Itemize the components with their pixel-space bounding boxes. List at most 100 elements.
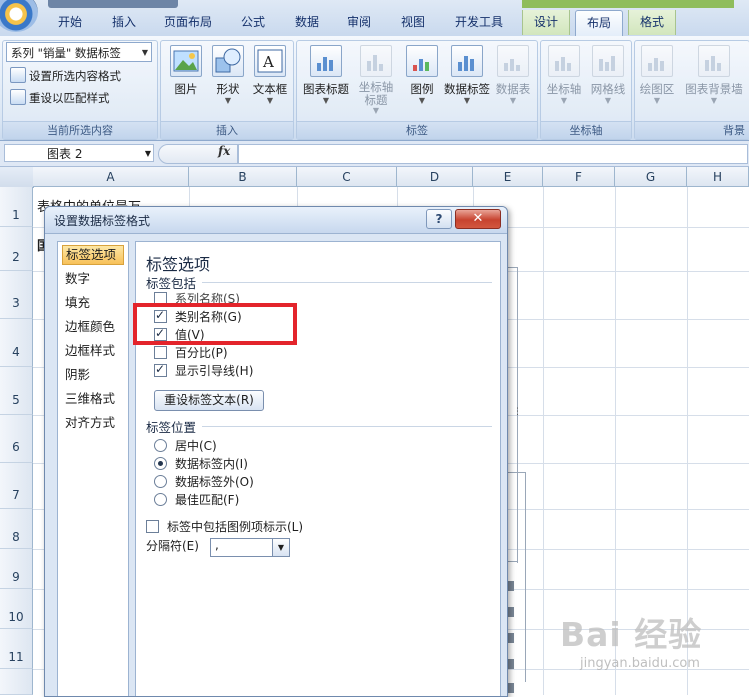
row-header-11[interactable]: 11: [0, 629, 33, 669]
chart-border: [525, 472, 526, 682]
chart-resize-handle[interactable]: ⋮: [513, 407, 522, 417]
tab-home[interactable]: 开始: [48, 10, 92, 35]
column-header-f[interactable]: F: [543, 167, 615, 187]
nav-number[interactable]: 数字: [62, 269, 124, 289]
row-header-1[interactable]: 1: [0, 187, 33, 227]
include-legend-key-checkbox[interactable]: [146, 520, 159, 533]
chevron-down-icon[interactable]: ▼: [272, 539, 289, 556]
tab-insert[interactable]: 插入: [100, 10, 148, 35]
column-header-e[interactable]: E: [473, 167, 543, 187]
tab-formulas[interactable]: 公式: [230, 10, 276, 35]
nav-3d-format[interactable]: 三维格式: [62, 389, 124, 409]
position-center-radio[interactable]: [154, 439, 167, 452]
position-inside-end-label: 数据标签内(I): [175, 457, 248, 471]
reset-style-icon: [10, 89, 26, 105]
nav-label-options[interactable]: 标签选项: [62, 245, 124, 265]
tab-data[interactable]: 数据: [284, 10, 330, 35]
nav-border-style[interactable]: 边框样式: [62, 341, 124, 361]
percentage-option[interactable]: 百分比(P): [154, 345, 228, 361]
tab-format[interactable]: 格式: [628, 10, 676, 35]
group-insert: 图片 形状 ▼ A 文本框 ▼ 插入: [160, 40, 294, 140]
column-header-b[interactable]: B: [189, 167, 297, 187]
name-box[interactable]: 图表 2 ▼: [4, 144, 154, 162]
row-header-7[interactable]: 7: [0, 463, 33, 509]
gridlines-icon: [592, 45, 624, 77]
text-box-button[interactable]: A 文本框 ▼: [245, 45, 295, 125]
chevron-down-icon: ▼: [141, 48, 148, 57]
row-header-8[interactable]: 8: [0, 509, 33, 549]
dialog-nav-list: 标签选项 数字 填充 边框颜色 边框样式 阴影 三维格式 对齐方式: [57, 241, 129, 696]
separator-select[interactable]: , ▼: [210, 538, 290, 557]
chart-title-button[interactable]: 图表标题 ▼: [301, 45, 351, 125]
format-selection-button[interactable]: 设置所选内容格式: [10, 67, 121, 85]
insert-function-button[interactable]: fx: [218, 144, 230, 158]
row-header-12[interactable]: [0, 669, 33, 695]
position-best-fit-radio[interactable]: [154, 493, 167, 506]
reset-style-button[interactable]: 重设以匹配样式: [10, 89, 110, 107]
chart-wall-button[interactable]: 图表背景墙 ▼: [681, 45, 747, 125]
reset-label-text-button[interactable]: 重设标签文本(R): [154, 390, 264, 411]
axis-titles-icon: [360, 45, 392, 77]
row-header-6[interactable]: 6: [0, 415, 33, 463]
chart-elements-value: 系列 "销量" 数据标签: [11, 46, 121, 60]
chevron-down-icon: ▼: [266, 96, 274, 105]
column-header-d[interactable]: D: [397, 167, 473, 187]
format-brush-icon: [10, 67, 26, 83]
nav-fill[interactable]: 填充: [62, 293, 124, 313]
tab-review[interactable]: 审阅: [336, 10, 382, 35]
column-header-c[interactable]: C: [297, 167, 397, 187]
watermark-url: jingyan.baidu.com: [580, 656, 700, 671]
tab-view[interactable]: 视图: [390, 10, 436, 35]
axis-titles-button[interactable]: 坐标轴 标题 ▼: [351, 45, 401, 125]
chart-elements-dropdown[interactable]: 系列 "销量" 数据标签 ▼: [6, 42, 152, 62]
column-header-h[interactable]: H: [687, 167, 749, 187]
data-labels-button[interactable]: 数据标签 ▼: [439, 45, 495, 125]
row-header-3[interactable]: 3: [0, 271, 33, 319]
tab-layout[interactable]: 布局: [575, 10, 623, 37]
data-table-button[interactable]: 数据表 ▼: [491, 45, 535, 125]
axes-button[interactable]: 坐标轴 ▼: [541, 45, 587, 125]
row-header-4[interactable]: 4: [0, 319, 33, 367]
row-header-5[interactable]: 5: [0, 367, 33, 415]
row-header-9[interactable]: 9: [0, 549, 33, 589]
baidu-jingyan-watermark: Bai 经验 jingyan.baidu.com: [560, 606, 745, 692]
nav-alignment[interactable]: 对齐方式: [62, 413, 124, 433]
gridlines-button[interactable]: 网格线 ▼: [585, 45, 631, 125]
group-label-background: 背景: [635, 121, 749, 139]
nav-shadow[interactable]: 阴影: [62, 365, 124, 385]
column-header-a[interactable]: A: [33, 167, 189, 187]
leader-lines-option[interactable]: 显示引导线(H): [154, 361, 253, 379]
position-best-fit-option[interactable]: 最佳匹配(F): [154, 492, 239, 508]
position-center-label: 居中(C): [175, 439, 217, 453]
position-center-option[interactable]: 居中(C): [154, 438, 217, 454]
row-header-2[interactable]: 2: [0, 227, 33, 271]
select-all-corner[interactable]: [0, 167, 34, 188]
row-header-10[interactable]: 10: [0, 589, 33, 629]
tab-page-layout[interactable]: 页面布局: [152, 10, 224, 35]
position-outside-end-option[interactable]: 数据标签外(O): [154, 474, 254, 490]
plot-area-button[interactable]: 绘图区 ▼: [635, 45, 679, 125]
chart-title-label: 图表标题: [303, 82, 349, 96]
office-button[interactable]: [0, 0, 38, 32]
dialog-titlebar[interactable]: 设置数据标签格式 ? ✕: [45, 207, 507, 234]
percentage-checkbox[interactable]: [154, 346, 167, 359]
include-legend-key-option[interactable]: 标签中包括图例项标示(L): [146, 519, 303, 535]
chart-tools-band: [522, 0, 734, 8]
tab-developer[interactable]: 开发工具: [444, 10, 514, 35]
tab-design[interactable]: 设计: [522, 10, 570, 35]
formula-input[interactable]: [238, 144, 748, 164]
position-inside-end-option[interactable]: 数据标签内(I): [154, 456, 248, 472]
axes-label: 坐标轴: [546, 82, 582, 96]
percentage-label: 百分比(P): [175, 346, 228, 360]
leader-lines-checkbox[interactable]: [154, 361, 167, 377]
grid-line: [543, 187, 544, 695]
close-button[interactable]: ✕: [455, 209, 501, 229]
help-button[interactable]: ?: [426, 209, 452, 229]
data-labels-icon: [451, 45, 483, 77]
nav-border-color[interactable]: 边框颜色: [62, 317, 124, 337]
group-axes: 坐标轴 ▼ 网格线 ▼ 坐标轴: [540, 40, 632, 140]
group-label-labels: 标签: [297, 121, 537, 139]
position-inside-end-radio[interactable]: [154, 457, 167, 470]
column-header-g[interactable]: G: [615, 167, 687, 187]
position-outside-end-radio[interactable]: [154, 475, 167, 488]
